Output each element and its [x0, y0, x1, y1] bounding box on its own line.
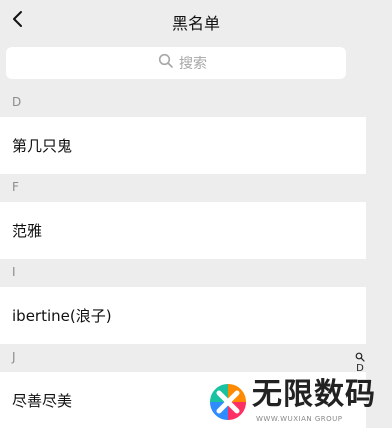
page-title: 黑名单 — [171, 14, 220, 33]
contact-row[interactable]: 范雅 — [0, 202, 366, 259]
contact-row[interactable]: 第几只鬼 — [0, 117, 366, 174]
section-label: F — [12, 180, 19, 194]
navigation-bar: 黑名单 — [0, 0, 392, 40]
contact-name: 第几只鬼 — [12, 137, 73, 155]
section-header-i: I — [0, 259, 366, 287]
section-header-d: D — [0, 89, 366, 117]
watermark: 无限数码 WWW.WUXIAN GROUP — [206, 376, 386, 426]
wuxian-logo-icon — [210, 384, 246, 420]
contact-row[interactable]: ibertine(浪子) — [0, 287, 366, 344]
contact-name: 尽善尽美 — [12, 392, 73, 410]
watermark-title: 无限数码 — [252, 377, 376, 412]
index-letter[interactable]: D — [356, 363, 364, 374]
contact-name: 范雅 — [12, 222, 43, 240]
section-header-j: J — [0, 344, 366, 372]
blacklist-screen: 黑名单 搜索 D 第几只鬼 F 范雅 I ibertine(浪子) J 尽善尽美… — [0, 0, 392, 428]
search-icon — [158, 53, 174, 73]
contact-name: ibertine(浪子) — [12, 307, 112, 325]
section-header-f: F — [0, 174, 366, 202]
search-icon[interactable] — [355, 352, 365, 362]
search-placeholder-text: 搜索 — [179, 56, 207, 72]
section-label: J — [12, 350, 16, 364]
alphabet-index[interactable]: D — [353, 352, 367, 374]
search-placeholder[interactable]: 搜索 — [158, 53, 207, 73]
watermark-subtitle: WWW.WUXIAN GROUP — [256, 415, 343, 423]
section-label: I — [12, 265, 16, 279]
search-bar[interactable]: 搜索 — [6, 47, 346, 79]
section-label: D — [12, 95, 22, 109]
